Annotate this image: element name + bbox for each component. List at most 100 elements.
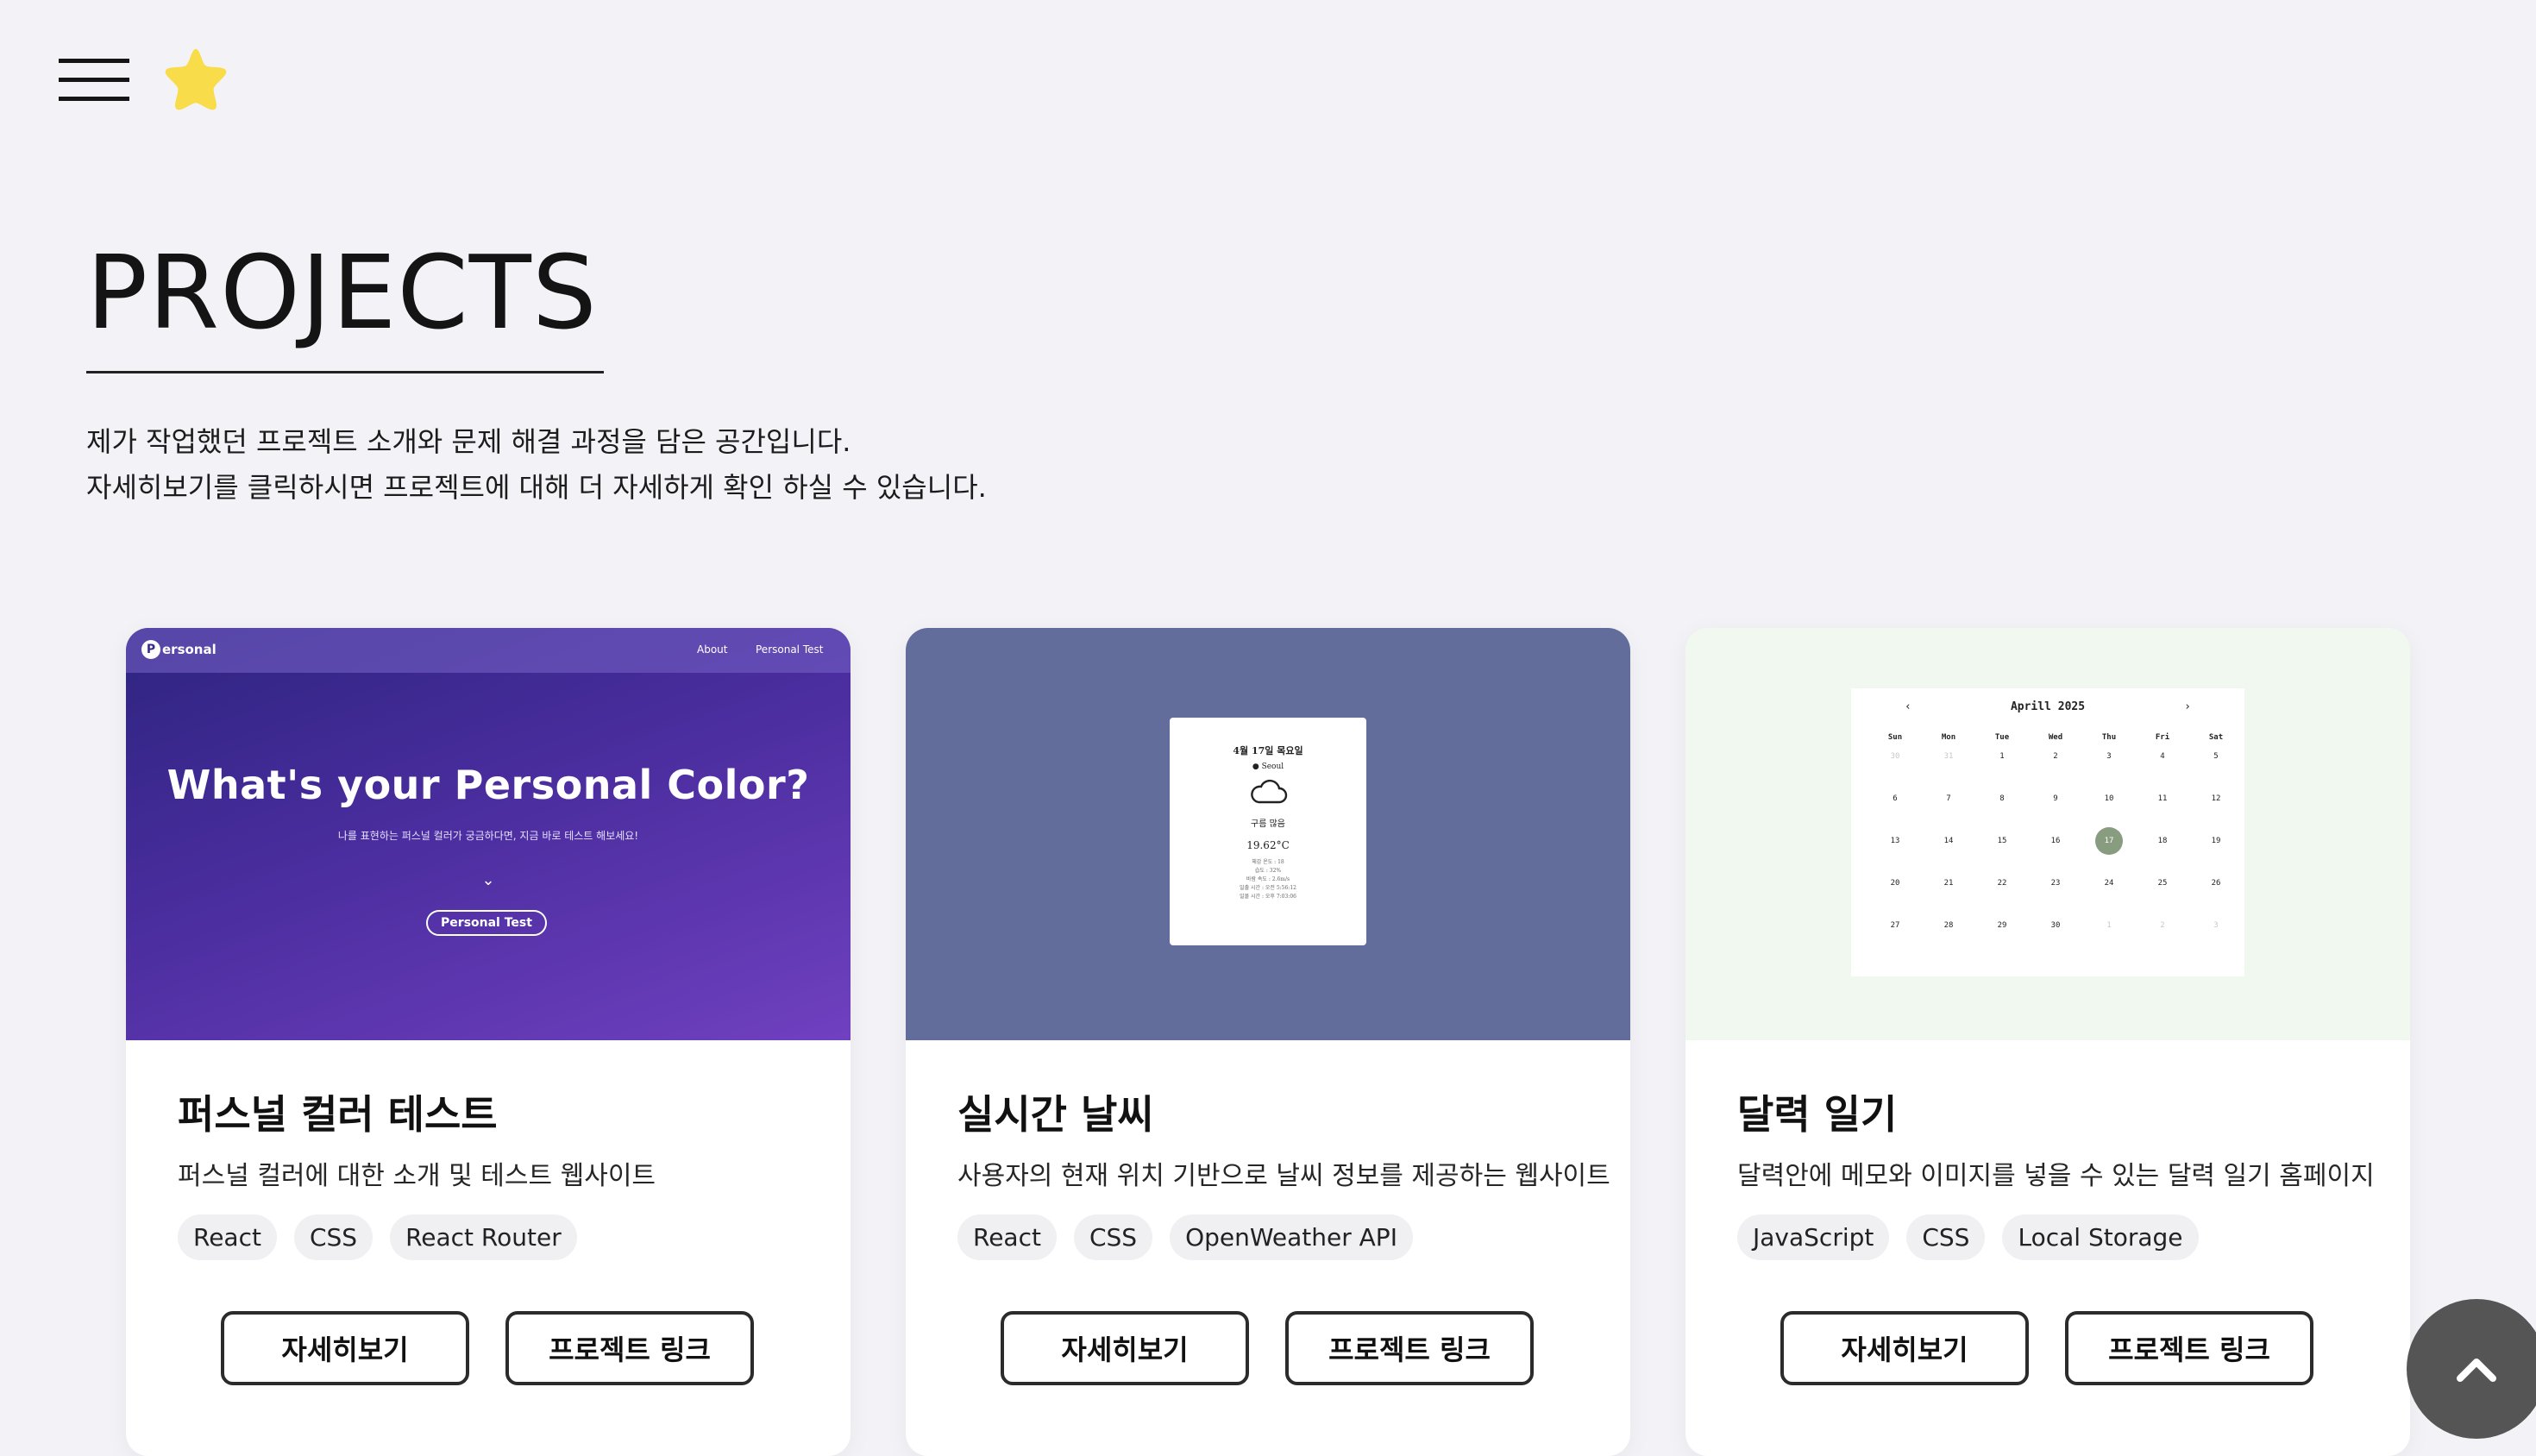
calendar-weekday: Wed <box>2048 733 2063 742</box>
project-link-button[interactable]: 프로젝트 링크 <box>505 1311 754 1385</box>
detail-button[interactable]: 자세히보기 <box>1780 1311 2029 1385</box>
calendar-day: 23 <box>2050 879 2061 888</box>
tech-tags: JavaScript CSS Local Storage <box>1737 1214 2199 1260</box>
project-card-calendar-diary: ‹ Aprill 2025 › Sun Mon Tue Wed Thu Fri Sat 30 3… <box>1685 628 2410 1456</box>
calendar-day: 16 <box>2050 837 2061 845</box>
calendar-day: 20 <box>1890 879 1900 888</box>
calendar-day: 7 <box>1946 794 1951 803</box>
calendar-day: 24 <box>2104 879 2114 888</box>
calendar-day: 19 <box>2211 837 2221 845</box>
weather-location: ● Seoul <box>1252 763 1284 771</box>
calendar-day: 25 <box>2157 879 2168 888</box>
top-bar <box>0 0 2536 155</box>
calendar-day: 29 <box>1997 921 2007 930</box>
weather-temperature: 19.62°C <box>1246 839 1290 851</box>
tech-tag: Local Storage <box>2002 1214 2199 1260</box>
project-link-button[interactable]: 프로젝트 링크 <box>2065 1311 2313 1385</box>
page-intro: 제가 작업했던 프로젝트 소개와 문제 해결 과정을 담은 공간입니다. 자세히… <box>86 419 987 511</box>
calendar-weekday: Tue <box>1994 733 2010 742</box>
calendar-weekday: Thu <box>2101 733 2117 742</box>
project-description: 사용자의 현재 위치 기반으로 날씨 정보를 제공하는 웹사이트 <box>957 1161 1610 1191</box>
calendar-day: 18 <box>2157 837 2168 845</box>
project-title: 실시간 날씨 <box>957 1091 1154 1138</box>
calendar-day: 2 <box>2053 752 2058 761</box>
calendar-day: 15 <box>1997 837 2007 845</box>
preview-headline: What's your Personal Color? <box>166 762 810 808</box>
project-link-button[interactable]: 프로젝트 링크 <box>1285 1311 1534 1385</box>
preview-calendar: ‹ Aprill 2025 › Sun Mon Tue Wed Thu Fri Sat 30 3… <box>1851 688 2244 976</box>
calendar-day: 13 <box>1890 837 1900 845</box>
calendar-day: 3 <box>2213 921 2219 930</box>
preview-logo: Personal <box>141 640 217 659</box>
calendar-day: 27 <box>1890 921 1900 930</box>
scroll-to-top-button[interactable] <box>2407 1299 2536 1439</box>
hamburger-menu-icon[interactable] <box>59 57 129 104</box>
tech-tag: React <box>178 1214 277 1260</box>
tech-tag: OpenWeather API <box>1170 1214 1413 1260</box>
calendar-day: 2 <box>2160 921 2165 930</box>
weather-date: 4월 17일 목요일 <box>1233 745 1303 756</box>
detail-button[interactable]: 자세히보기 <box>1001 1311 1249 1385</box>
calendar-day: 11 <box>2157 794 2168 803</box>
calendar-day: 22 <box>1997 879 2007 888</box>
calendar-day: 1 <box>2106 921 2112 930</box>
calendar-day: 28 <box>1943 921 1954 930</box>
intro-line-2: 자세히보기를 클릭하시면 프로젝트에 대해 더 자세하게 확인 하실 수 있습니… <box>86 471 987 504</box>
cloud-icon <box>1170 778 1366 809</box>
chevron-down-icon: ⌄ <box>481 871 495 889</box>
tech-tags: React CSS OpenWeather API <box>957 1214 1413 1260</box>
preview-subtext: 나를 표현하는 퍼스널 컬러가 궁금하다면, 지금 바로 테스트 해보세요! <box>337 830 639 842</box>
chevron-up-icon <box>2457 1359 2496 1382</box>
preview-weather-card: 4월 17일 목요일 ● Seoul 구름 많음 19.62°C 체감 온도 :… <box>1170 718 1366 945</box>
project-card-weather: 4월 17일 목요일 ● Seoul 구름 많음 19.62°C 체감 온도 :… <box>906 628 1630 1456</box>
calendar-day: 14 <box>1943 837 1954 845</box>
calendar-day-selected: 17 <box>2082 827 2136 879</box>
location-pin-icon: ● <box>1252 763 1259 771</box>
calendar-day: 30 <box>2050 921 2061 930</box>
calendar-day: 3 <box>2106 752 2112 761</box>
calendar-grid: Sun Mon Tue Wed Thu Fri Sat 30 31 1 2 3 4 5 6 7 8 9 10 11 12… <box>1868 733 2244 963</box>
weather-details: 체감 온도 : 18 습도 : 32% 바람 속도 : 2.6m/s 일출 시간… <box>1240 859 1296 900</box>
calendar-day: 31 <box>1943 752 1954 761</box>
calendar-day: 4 <box>2160 752 2165 761</box>
calendar-day: 6 <box>1893 794 1898 803</box>
calendar-weekday: Fri <box>2155 733 2170 742</box>
calendar-day: 5 <box>2213 752 2219 761</box>
preview-nav-about: About <box>697 643 728 656</box>
calendar-day: 9 <box>2053 794 2058 803</box>
project-thumbnail[interactable]: 4월 17일 목요일 ● Seoul 구름 많음 19.62°C 체감 온도 :… <box>906 628 1630 1040</box>
calendar-day: 8 <box>1999 794 2005 803</box>
calendar-weekday: Mon <box>1941 733 1956 742</box>
tech-tag: JavaScript <box>1737 1214 1890 1260</box>
project-card-personal-color: Personal About Personal Test What's your… <box>126 628 851 1456</box>
tech-tags: React CSS React Router <box>178 1214 577 1260</box>
preview-test-button: Personal Test <box>426 910 547 936</box>
star-logo-icon[interactable] <box>160 45 231 114</box>
weather-condition: 구름 많음 <box>1251 819 1285 829</box>
calendar-day: 21 <box>1943 879 1954 888</box>
project-description: 달력안에 메모와 이미지를 넣을 수 있는 달력 일기 홈페이지 <box>1737 1161 2375 1191</box>
tech-tag: CSS <box>1906 1214 1986 1260</box>
preview-navbar: Personal About Personal Test <box>126 628 851 673</box>
project-description: 퍼스널 컬러에 대한 소개 및 테스트 웹사이트 <box>178 1161 656 1191</box>
project-title: 달력 일기 <box>1737 1091 1898 1138</box>
calendar-weekday: Sat <box>2208 733 2224 742</box>
detail-button[interactable]: 자세히보기 <box>221 1311 469 1385</box>
page-title: PROJECTS <box>86 233 598 352</box>
tech-tag: React <box>957 1214 1057 1260</box>
calendar-day: 26 <box>2211 879 2221 888</box>
calendar-day: 30 <box>1890 752 1900 761</box>
tech-tag: React Router <box>390 1214 577 1260</box>
tech-tag: CSS <box>293 1214 373 1260</box>
project-thumbnail[interactable]: Personal About Personal Test What's your… <box>126 628 851 1040</box>
project-thumbnail[interactable]: ‹ Aprill 2025 › Sun Mon Tue Wed Thu Fri Sat 30 3… <box>1685 628 2410 1040</box>
intro-line-1: 제가 작업했던 프로젝트 소개와 문제 해결 과정을 담은 공간입니다. <box>86 425 851 458</box>
project-title: 퍼스널 컬러 테스트 <box>178 1091 498 1138</box>
tech-tag: CSS <box>1073 1214 1153 1260</box>
title-underline <box>86 371 604 373</box>
calendar-weekday: Sun <box>1887 733 1903 742</box>
calendar-day: 1 <box>1999 752 2005 761</box>
chevron-right-icon: › <box>2184 700 2191 713</box>
preview-nav-test: Personal Test <box>756 643 824 656</box>
calendar-day: 12 <box>2211 794 2221 803</box>
